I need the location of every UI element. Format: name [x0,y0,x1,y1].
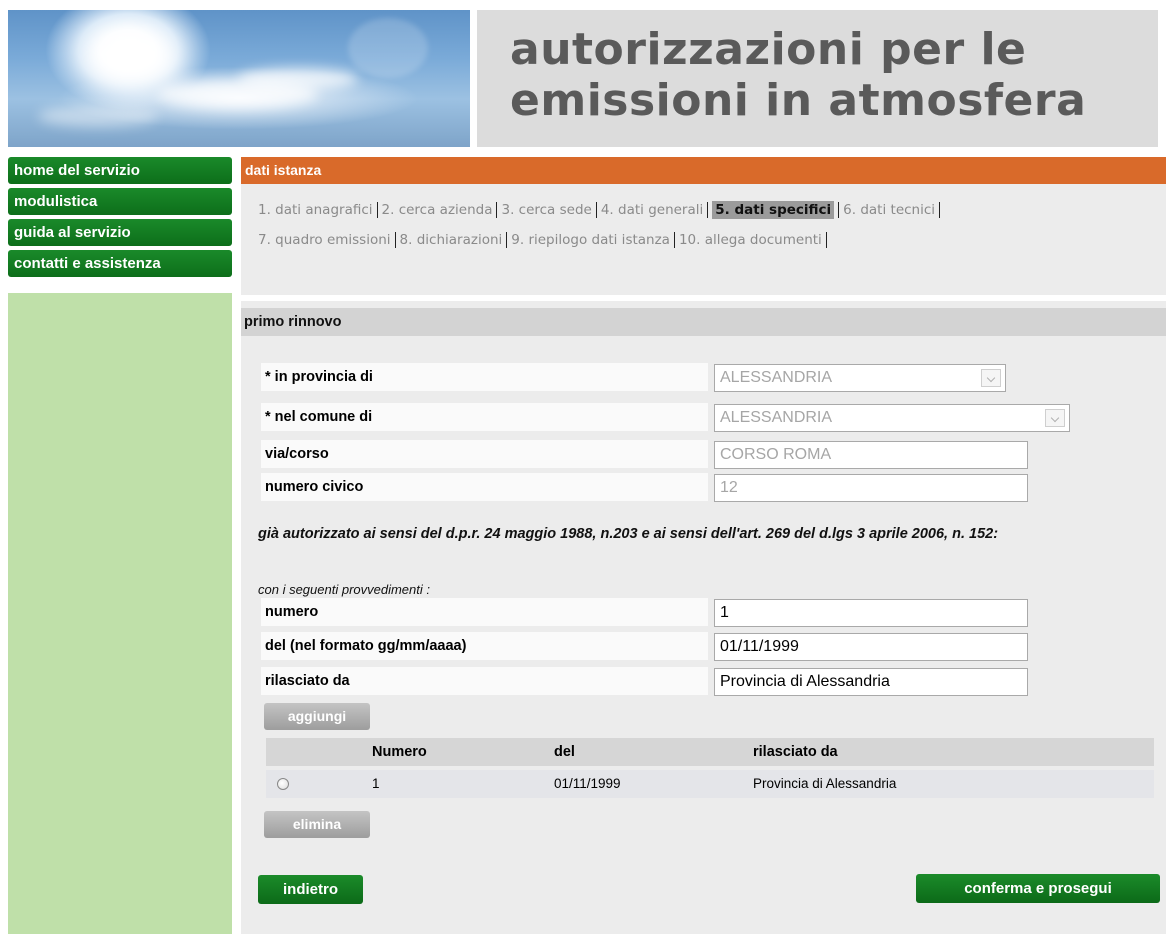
provvedimenti-table: Numero del rilasciato da 1 01/11/1999 Pr… [266,738,1154,798]
step-riepilogo[interactable]: 9. riepilogo dati istanza [511,232,675,248]
section-divider [241,295,1166,301]
step-allega-documenti[interactable]: 10. allega documenti [678,232,827,248]
sidebar-item-modulistica[interactable]: modulistica [8,188,232,215]
step-cerca-azienda[interactable]: 2. cerca azienda [381,202,498,218]
title-line-2: emissioni in atmosfera [510,75,1087,126]
step-dati-specifici[interactable]: 5. dati specifici [712,201,835,219]
title-line-1: autorizzazioni per le [510,24,1027,75]
header-sky-image [8,10,470,147]
chevron-down-icon [1045,409,1065,427]
del-input[interactable]: 01/11/1999 [714,633,1028,661]
provincia-label: * in provincia di [261,363,708,391]
provincia-select[interactable]: ALESSANDRIA [714,364,1006,392]
comune-label: * nel comune di [261,403,708,431]
table-header: Numero del rilasciato da [266,738,1154,766]
comune-value: ALESSANDRIA [720,409,833,426]
civico-input[interactable]: 12 [714,474,1028,502]
delete-button[interactable]: elimina [264,811,370,838]
column-header-rilasciato: rilasciato da [753,744,838,760]
step-dati-tecnici[interactable]: 6. dati tecnici [838,202,941,218]
header-title-box: autorizzazioni per le emissioni in atmos… [477,10,1158,147]
sidebar-item-guida[interactable]: guida al servizio [8,219,232,246]
section-title-bar: dati istanza [241,157,1166,184]
rilasciato-input[interactable]: Provincia di Alessandria [714,668,1028,696]
sidebar-fill [8,293,232,934]
sidebar: home del servizio modulistica guida al s… [8,157,232,934]
provincia-value: ALESSANDRIA [720,369,833,386]
step-quadro-emissioni[interactable]: 7. quadro emissioni [258,232,396,248]
sidebar-item-home[interactable]: home del servizio [8,157,232,184]
cell-rilasciato: Provincia di Alessandria [753,776,897,791]
column-header-numero: Numero [372,744,427,760]
provvedimenti-subtitle: con i seguenti provvedimenti : [258,582,430,597]
back-button[interactable]: indietro [258,875,363,904]
row-select-radio[interactable] [277,778,289,790]
step-dati-anagrafici[interactable]: 1. dati anagrafici [258,202,378,218]
step-cerca-sede[interactable]: 3. cerca sede [501,202,597,218]
add-button[interactable]: aggiungi [264,703,370,730]
via-label: via/corso [261,440,708,468]
del-label: del (nel formato gg/mm/aaaa) [261,632,708,660]
step-breadcrumb: 1. dati anagrafici 2. cerca azienda 3. cer… [241,184,1166,255]
main-panel: dati istanza 1. dati anagrafici 2. cerca … [241,157,1166,934]
page-title: autorizzazioni per le emissioni in atmos… [510,24,1086,126]
rilasciato-label: rilasciato da [261,667,708,695]
step-dichiarazioni[interactable]: 8. dichiarazioni [399,232,508,248]
comune-select[interactable]: ALESSANDRIA [714,404,1070,432]
authorization-note: già autorizzato ai sensi del d.p.r. 24 m… [258,526,999,542]
civico-label: numero civico [261,473,708,501]
table-row: 1 01/11/1999 Provincia di Alessandria [266,770,1154,798]
column-header-del: del [554,744,575,760]
via-input[interactable]: CORSO ROMA [714,441,1028,469]
cell-del: 01/11/1999 [554,776,621,791]
sidebar-item-contatti[interactable]: contatti e assistenza [8,250,232,277]
numero-label: numero [261,598,708,626]
cell-numero: 1 [372,776,380,791]
numero-input[interactable]: 1 [714,599,1028,627]
chevron-down-icon [981,369,1001,387]
subsection-title-bar: primo rinnovo [241,308,1166,336]
confirm-button[interactable]: conferma e prosegui [916,874,1160,903]
step-dati-generali[interactable]: 4. dati generali [600,202,709,218]
